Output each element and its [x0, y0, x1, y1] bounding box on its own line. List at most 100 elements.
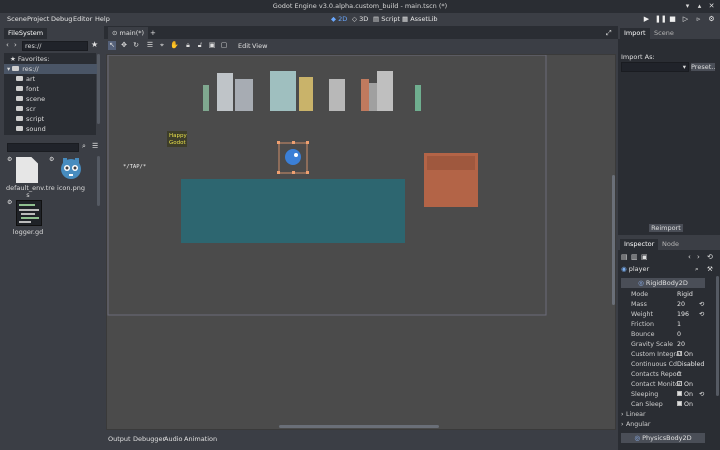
menu-help[interactable]: Help: [95, 13, 110, 26]
tab-filesystem[interactable]: FileSystem: [4, 28, 48, 39]
viewport-h-scrollbar: [279, 425, 439, 428]
prop-mode[interactable]: Mode Rigid: [621, 290, 717, 300]
audio-button[interactable]: Audio: [164, 433, 182, 446]
class-header-physicsbody[interactable]: ◎ PhysicsBody2D: [621, 433, 705, 443]
section-linear[interactable]: › Linear: [621, 410, 717, 420]
prop-sleeping[interactable]: Sleeping On ⟲: [621, 390, 717, 400]
favorites-row[interactable]: ★ Favorites:: [4, 54, 98, 64]
prop-gravity-scale[interactable]: Gravity Scale 20: [621, 340, 717, 350]
menu-scene[interactable]: Scene: [7, 13, 27, 26]
prop-can-sleep[interactable]: Can Sleep On: [621, 400, 717, 410]
unlock-icon[interactable]: 🔓︎: [196, 41, 204, 50]
list-select-icon[interactable]: ☰: [146, 41, 154, 50]
prop-contact-monitor[interactable]: Contact Monitor On: [621, 380, 717, 390]
animation-button[interactable]: Animation: [184, 433, 217, 446]
menu-project[interactable]: Project: [27, 13, 49, 26]
reimport-button[interactable]: Reimport: [648, 223, 684, 233]
tree-item[interactable]: art: [4, 74, 98, 84]
select-tool-icon[interactable]: ↖: [108, 41, 116, 50]
forward-icon[interactable]: ›: [14, 41, 17, 49]
water-area: [181, 179, 405, 243]
scene-canvas[interactable]: Happy Godot */TAP/*: [107, 55, 617, 431]
tree-item[interactable]: script: [4, 114, 98, 124]
group-icon[interactable]: ▣: [208, 41, 216, 50]
tree-root[interactable]: ▾ res://: [4, 64, 98, 74]
node-path-row[interactable]: ◉ player ⌕ ⚒: [621, 264, 717, 274]
canvas-viewport[interactable]: Happy Godot */TAP/*: [106, 54, 616, 430]
tab-scene[interactable]: Scene: [650, 28, 678, 39]
minimize-icon[interactable]: ▾: [683, 2, 692, 11]
player-node: [277, 141, 309, 174]
prop-friction[interactable]: Friction 1: [621, 320, 717, 330]
godot-icon[interactable]: [58, 155, 84, 181]
history-icon[interactable]: ⟲: [707, 253, 713, 261]
workspace-assetlib[interactable]: ▦ AssetLib: [402, 13, 438, 26]
history-forward-icon[interactable]: ›: [697, 253, 700, 261]
search-icon[interactable]: ⌕: [82, 142, 86, 151]
tree-item[interactable]: scr: [4, 104, 98, 114]
favorite-star-icon[interactable]: ★: [91, 40, 98, 49]
tools-icon[interactable]: ⚒: [707, 264, 713, 274]
file-icon[interactable]: [16, 157, 38, 183]
prop-contacts-reported[interactable]: Contacts Report 0: [621, 370, 717, 380]
menu-debug[interactable]: Debug: [51, 13, 72, 26]
prop-custom-integrator[interactable]: Custom Integrat On: [621, 350, 717, 360]
inspector-scrollbar[interactable]: [716, 276, 719, 396]
tab-import[interactable]: Import: [620, 28, 650, 39]
distraction-free-icon[interactable]: ⤢: [606, 27, 612, 39]
view-menu[interactable]: View: [252, 39, 267, 53]
ungroup-icon[interactable]: ▢: [220, 41, 228, 50]
pan-tool-icon[interactable]: ✋: [170, 41, 179, 50]
folder-tree: ★ Favorites: ▾ res:// art font scene scr …: [4, 53, 98, 135]
add-tab-icon[interactable]: +: [150, 27, 156, 39]
tree-item[interactable]: font: [4, 84, 98, 94]
file-filter-input[interactable]: [7, 143, 79, 152]
import-as-select[interactable]: ▾: [621, 62, 689, 72]
tab-inspector[interactable]: Inspector: [620, 239, 659, 250]
prop-continuous-cd[interactable]: Continuous Cd Disabled: [621, 360, 717, 370]
save-resource-icon[interactable]: ▣: [641, 253, 648, 261]
view-mode-icon[interactable]: ☰: [92, 142, 98, 150]
script-thumbnail-icon[interactable]: [16, 200, 42, 226]
tab-node[interactable]: Node: [658, 239, 683, 250]
workspace-3d[interactable]: ◇ 3D: [352, 13, 368, 26]
lock-icon[interactable]: 🔒︎: [184, 41, 192, 50]
close-icon[interactable]: ✕: [707, 2, 716, 11]
file-label-wrap: s: [26, 191, 30, 199]
rotate-tool-icon[interactable]: ↻: [132, 41, 140, 50]
stop-icon[interactable]: ■: [668, 15, 677, 24]
file-scrollbar[interactable]: [97, 156, 100, 206]
folder-icon: [16, 75, 23, 81]
godot-label: Godot: [169, 140, 186, 146]
back-icon[interactable]: ‹: [6, 41, 9, 49]
class-header[interactable]: ◎ RigidBody2D: [621, 278, 705, 288]
load-resource-icon[interactable]: ▥: [631, 253, 638, 261]
preset-button[interactable]: Preset..: [690, 62, 716, 72]
play-scene-icon[interactable]: ▷: [681, 15, 690, 24]
pause-icon[interactable]: ❚❚: [655, 15, 667, 24]
search-icon[interactable]: ⌕: [695, 264, 699, 274]
play-icon[interactable]: ▶: [642, 15, 651, 24]
menu-editor[interactable]: Editor: [73, 13, 92, 26]
prop-mass[interactable]: Mass 20 ⟲: [621, 300, 717, 310]
debugger-button[interactable]: Debugger: [133, 433, 165, 446]
maximize-icon[interactable]: ▴: [695, 2, 704, 11]
workspace-2d[interactable]: ◆ 2D: [331, 13, 347, 26]
section-angular[interactable]: › Angular: [621, 420, 717, 430]
tree-item[interactable]: sound: [4, 124, 98, 134]
history-back-icon[interactable]: ‹: [688, 253, 691, 261]
edit-menu[interactable]: Edit: [238, 39, 251, 53]
prop-bounce[interactable]: Bounce 0: [621, 330, 717, 340]
new-resource-icon[interactable]: ▤: [621, 253, 628, 261]
tree-scrollbar[interactable]: [97, 54, 100, 124]
settings-icon[interactable]: ⚙: [707, 15, 716, 24]
tab-main-scene[interactable]: ⊙ main(*): [108, 27, 149, 39]
prop-weight[interactable]: Weight 196 ⟲: [621, 310, 717, 320]
tree-item[interactable]: scene: [4, 94, 98, 104]
output-button[interactable]: Output: [108, 433, 131, 446]
pivot-icon[interactable]: ⌖: [158, 41, 166, 50]
move-tool-icon[interactable]: ✥: [120, 41, 128, 50]
workspace-script[interactable]: ▤ Script: [373, 13, 400, 26]
play-custom-icon[interactable]: ▹: [694, 15, 703, 24]
path-field[interactable]: res://: [22, 41, 88, 51]
